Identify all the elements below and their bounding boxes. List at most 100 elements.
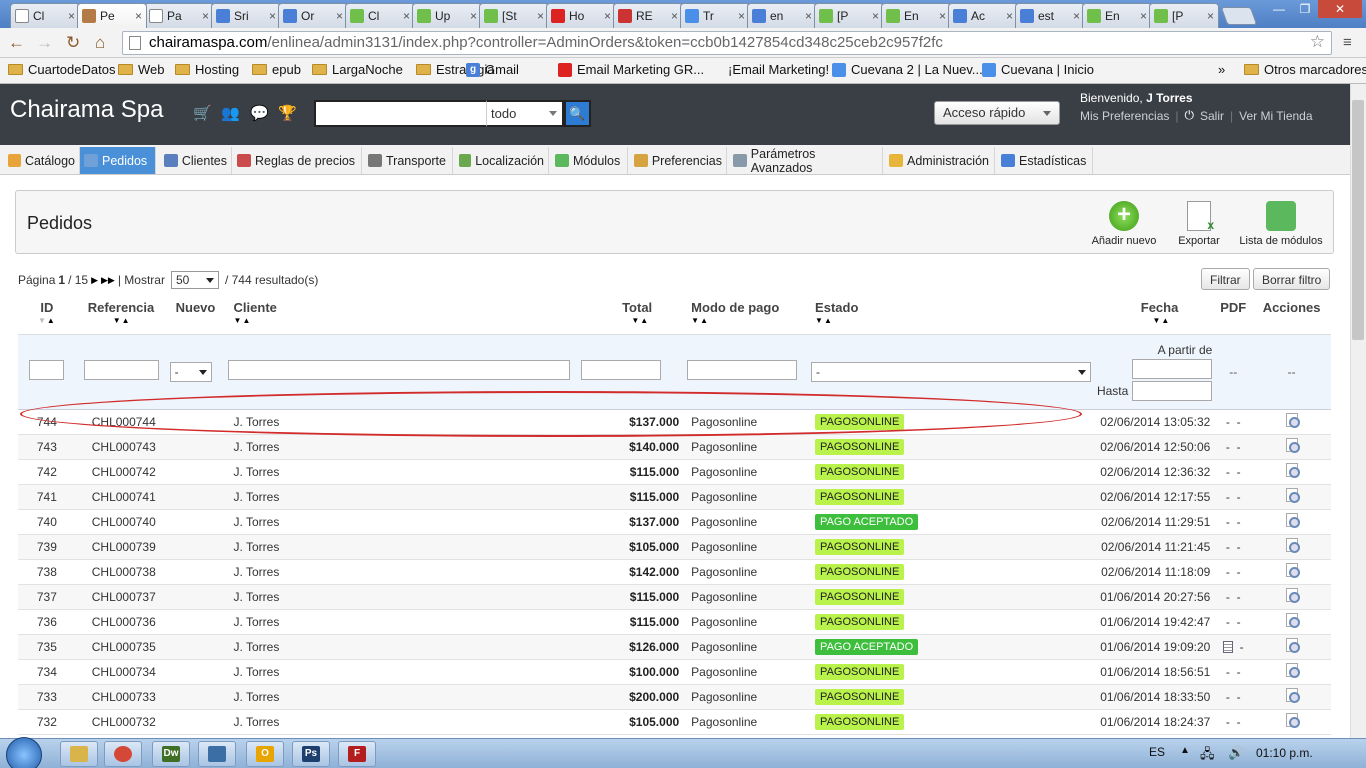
new-tab-button[interactable] xyxy=(1220,7,1258,25)
tab-close-icon[interactable]: × xyxy=(135,9,142,23)
tray-expand-icon[interactable]: ▲ xyxy=(1180,745,1190,756)
module-list-button[interactable]: Lista de módulos xyxy=(1238,201,1324,247)
trophy-icon[interactable]: 🏆 xyxy=(278,104,297,122)
browser-tab[interactable]: Pe × xyxy=(77,3,147,28)
back-icon[interactable]: ← xyxy=(8,33,25,53)
filter-customer-input[interactable] xyxy=(227,360,570,380)
tab-reglas-de-precios[interactable]: Reglas de precios xyxy=(233,147,362,174)
tab-close-icon[interactable]: × xyxy=(537,9,544,23)
filter-button[interactable]: Filtrar xyxy=(1201,268,1250,290)
table-row[interactable]: 740 CHL000740 J. Torres $137.000 Pagosonline… xyxy=(18,509,1331,535)
tab-close-icon[interactable]: × xyxy=(1140,9,1147,23)
date-to-input[interactable] xyxy=(1132,380,1213,401)
language-indicator[interactable]: ES xyxy=(1149,745,1165,759)
scrollbar-thumb[interactable] xyxy=(1352,100,1364,340)
other-bookmarks[interactable]: Otros marcadores xyxy=(1244,62,1366,77)
tab-close-icon[interactable]: × xyxy=(671,9,678,23)
clock[interactable]: 01:10 p.m. xyxy=(1256,746,1313,760)
filter-total-input[interactable] xyxy=(581,360,662,380)
view-order-icon[interactable] xyxy=(1285,563,1300,578)
table-row[interactable]: 734 CHL000734 J. Torres $100.000 Pagosonline… xyxy=(18,659,1331,685)
tab-close-icon[interactable]: × xyxy=(336,9,343,23)
taskbar-app-filezilla[interactable]: F xyxy=(338,741,376,767)
table-row[interactable]: 737 CHL000737 J. Torres $115.000 Pagosonline… xyxy=(18,584,1331,610)
customers-icon[interactable]: 👥 xyxy=(221,104,240,122)
browser-tab[interactable]: En × xyxy=(1082,3,1152,28)
volume-icon[interactable]: 🔊 xyxy=(1228,745,1244,761)
add-new-button[interactable]: + Añadir nuevo xyxy=(1090,201,1158,247)
search-input[interactable] xyxy=(314,100,486,127)
next-page-icon[interactable]: ▶ xyxy=(91,275,98,286)
messages-icon[interactable]: 💬 xyxy=(250,104,269,122)
close-icon[interactable]: ✕ xyxy=(1318,0,1362,18)
forward-icon[interactable]: → xyxy=(36,33,53,53)
bookmark-item[interactable]: Email Marketing GR... xyxy=(558,62,704,77)
view-order-icon[interactable] xyxy=(1285,488,1300,503)
browser-tab[interactable]: Or × xyxy=(278,3,348,28)
tab-close-icon[interactable]: × xyxy=(604,9,611,23)
filter-new-select[interactable]: - xyxy=(169,361,212,382)
table-row[interactable]: 732 CHL000732 J. Torres $105.000 Pagosonline… xyxy=(18,709,1331,735)
menu-icon[interactable]: ≡ xyxy=(1343,34,1352,51)
bookmark-item[interactable]: Hosting xyxy=(175,62,239,77)
view-order-icon[interactable] xyxy=(1285,413,1300,428)
taskbar-app-explorer[interactable] xyxy=(60,741,98,767)
tab-transporte[interactable]: Transporte xyxy=(364,147,453,174)
view-order-icon[interactable] xyxy=(1285,663,1300,678)
tab-localizaci-n[interactable]: Localización xyxy=(455,147,549,174)
table-row[interactable]: 735 CHL000735 J. Torres $126.000 Pagosonline… xyxy=(18,634,1331,660)
tab-close-icon[interactable]: × xyxy=(805,9,812,23)
export-button[interactable]: x Exportar xyxy=(1174,201,1224,247)
quick-access-select[interactable]: Acceso rápido xyxy=(934,101,1060,125)
sort-icon[interactable]: ▼▲ xyxy=(18,316,76,325)
taskbar-app-photoshop[interactable]: Ps xyxy=(292,741,330,767)
shop-brand[interactable]: Chairama Spa xyxy=(10,96,163,124)
browser-tab[interactable]: Pa × xyxy=(144,3,214,28)
tab-close-icon[interactable]: × xyxy=(269,9,276,23)
view-store-link[interactable]: Ver Mi Tienda xyxy=(1239,109,1312,123)
table-row[interactable]: 743 CHL000743 J. Torres $140.000 Pagosonline… xyxy=(18,434,1331,460)
view-order-icon[interactable] xyxy=(1285,638,1300,653)
taskbar-app-chrome[interactable] xyxy=(104,741,142,767)
power-icon[interactable]: ⏻ xyxy=(1185,108,1195,123)
sort-icon[interactable]: ▼▲ xyxy=(691,316,807,325)
tab-close-icon[interactable]: × xyxy=(403,9,410,23)
view-order-icon[interactable] xyxy=(1285,438,1300,453)
tab-close-icon[interactable]: × xyxy=(939,9,946,23)
per-page-select[interactable]: 50 xyxy=(170,271,219,289)
view-order-icon[interactable] xyxy=(1285,613,1300,628)
logout-link[interactable]: Salir xyxy=(1200,109,1224,123)
preferences-link[interactable]: Mis Preferencias xyxy=(1080,109,1169,123)
browser-tab[interactable]: est × xyxy=(1015,3,1085,28)
cart-icon[interactable]: 🛒 xyxy=(193,104,212,122)
minimize-icon[interactable]: — xyxy=(1266,0,1292,18)
tab-estad-sticas[interactable]: Estadísticas xyxy=(997,147,1093,174)
sort-icon[interactable]: ▼▲ xyxy=(578,316,679,325)
sort-icon[interactable]: ▼▲ xyxy=(1097,316,1178,325)
filter-status-select[interactable]: - xyxy=(811,361,1092,382)
view-order-icon[interactable] xyxy=(1285,688,1300,703)
tab-close-icon[interactable]: × xyxy=(872,9,879,23)
taskbar-app-outlook[interactable]: O xyxy=(246,741,284,767)
tab-close-icon[interactable]: × xyxy=(202,9,209,23)
tab-cat-logo[interactable]: Catálogo xyxy=(4,147,80,174)
tab-close-icon[interactable]: × xyxy=(1207,9,1214,23)
url-input[interactable]: chairamaspa.com/enlinea/admin3131/index.… xyxy=(122,31,1332,55)
browser-tab[interactable]: [St × xyxy=(479,3,549,28)
browser-tab[interactable]: Sri × xyxy=(211,3,281,28)
browser-tab[interactable]: [P × xyxy=(1149,3,1219,28)
browser-tab[interactable]: RE × xyxy=(613,3,683,28)
bookmark-item[interactable]: epub xyxy=(252,62,301,77)
tab-close-icon[interactable]: × xyxy=(470,9,477,23)
sort-icon[interactable]: ▼▲ xyxy=(88,316,168,325)
browser-tab[interactable]: [P × xyxy=(814,3,884,28)
date-from-input[interactable] xyxy=(1132,358,1213,379)
bookmark-item[interactable]: ¡Email Marketing! xyxy=(728,62,829,77)
view-order-icon[interactable] xyxy=(1285,513,1300,528)
view-order-icon[interactable] xyxy=(1285,463,1300,478)
bookmark-item[interactable]: CuartodeDatos xyxy=(8,62,115,77)
tab-pedidos[interactable]: Pedidos xyxy=(80,147,156,174)
search-button[interactable]: 🔍 xyxy=(564,100,591,127)
tab-close-icon[interactable]: × xyxy=(738,9,745,23)
reset-filter-button[interactable]: Borrar filtro xyxy=(1253,268,1331,290)
